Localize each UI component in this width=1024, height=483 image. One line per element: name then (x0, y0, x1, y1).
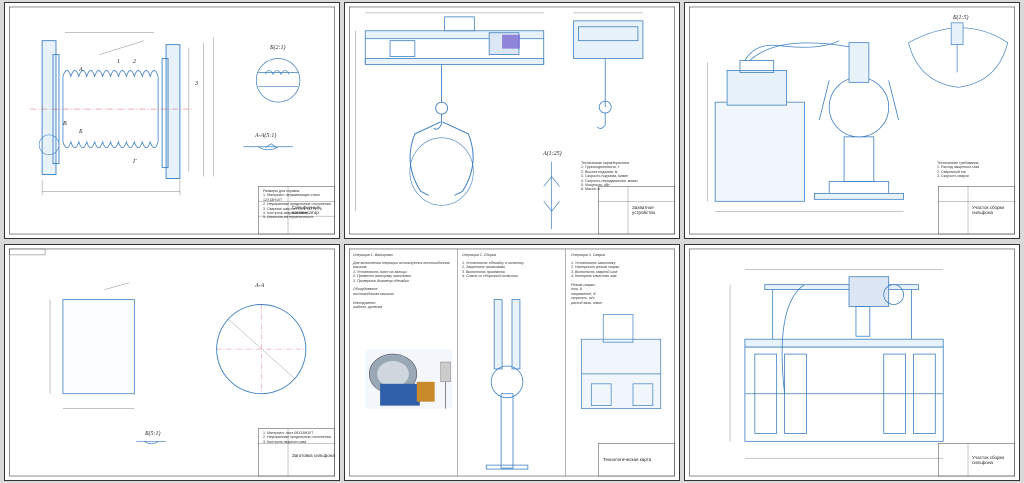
technical-notes: 1. Материал: лист 08Х18Н10Т 2. Неуказанн… (263, 431, 331, 444)
operation-1-heading: Операция 1. Вальцовка (353, 253, 393, 257)
grab-jaws (409, 121, 474, 206)
crane-drawing (349, 6, 675, 235)
assembly-fixture (485, 299, 529, 470)
label-v: В (63, 121, 67, 127)
callout-3: 3 (195, 81, 198, 87)
label-a: А (79, 67, 83, 73)
callout-2: 2 (133, 59, 136, 65)
label-g: Г (133, 159, 137, 165)
weld-detail (136, 440, 167, 445)
blank-drawing (9, 248, 335, 477)
title-block-name: Захватное устройство (632, 205, 656, 215)
welding-setup (581, 314, 662, 409)
drawing-sheet-bellows: Б(2:1) А-А(5:1) А Б В Г 1 2 3 Размеры дл… (4, 2, 340, 239)
frame-drawing (689, 248, 1015, 477)
control-cabinet (714, 40, 860, 202)
drawing-sheet-welding: Б(1:5) Технические требования 1. Расход … (684, 2, 1020, 239)
label-b: Б (79, 129, 83, 135)
detail-a (543, 161, 560, 230)
sheet-blank-rectangle (62, 299, 135, 395)
operation-2-heading: Операция 2. Сборка (462, 253, 497, 257)
callout-1: 1 (117, 59, 120, 65)
rolling-machine-photo (365, 349, 453, 409)
detail-b-label: Б(5:1) (145, 431, 161, 437)
motor-unit (502, 34, 520, 49)
operation-3-text: 1. Установить заготовку 2. Настроить реж… (571, 261, 620, 305)
drawing-sheet-crane: А(1:25) Техническая характеристика 1. Гр… (344, 2, 680, 239)
operation-3-heading: Операция 3. Сварка (571, 253, 605, 257)
operation-2-text: 1. Установить обечайку в оснастку 2. Зак… (462, 261, 524, 279)
side-view (573, 20, 644, 129)
title-block-name: Заготовка сильфона (292, 453, 335, 458)
technical-notes: Технические требования 1. Расход защитно… (937, 161, 980, 179)
drawing-sheet-process: Операция 1. Вальцовка Для выполнения опе… (344, 244, 680, 481)
drawing-sheet-frame: Участок сборки сильфона (684, 244, 1020, 481)
section-aa-label: А-А (255, 283, 265, 289)
bellows-flange-right (161, 44, 181, 179)
station-frame (744, 284, 944, 442)
detail-b-label: Б(2:1) (270, 45, 286, 51)
rotator-unit (813, 42, 904, 200)
section-aa-view (243, 143, 293, 151)
drawing-sheet-blank: А-А Б(5:1) 1. Материал: лист 08Х18Н10Т 2… (4, 244, 340, 481)
welding-drawing (689, 6, 1015, 235)
operation-1-text: Для выполнения операции используется лис… (353, 261, 450, 310)
section-aa-label: А-А(5:1) (255, 133, 277, 139)
shell-circle (216, 304, 307, 395)
title-block-name: Сильфонный компенсатор (292, 205, 320, 215)
title-block-name: Участок сборки сильфона (972, 455, 1005, 465)
welding-head (781, 276, 904, 394)
detail-b-view (255, 58, 301, 103)
detail-a-label: А(1:25) (543, 151, 562, 157)
technical-specs: Техническая характеристика 1. Грузоподъе… (581, 161, 638, 192)
title-block-name: Участок сборки сильфона (972, 205, 1005, 215)
detail-view (908, 22, 1009, 88)
title-block-name: Технологическая карта (603, 457, 652, 462)
hook-assembly (433, 64, 448, 130)
detail-b-label: Б(1:5) (953, 15, 969, 21)
